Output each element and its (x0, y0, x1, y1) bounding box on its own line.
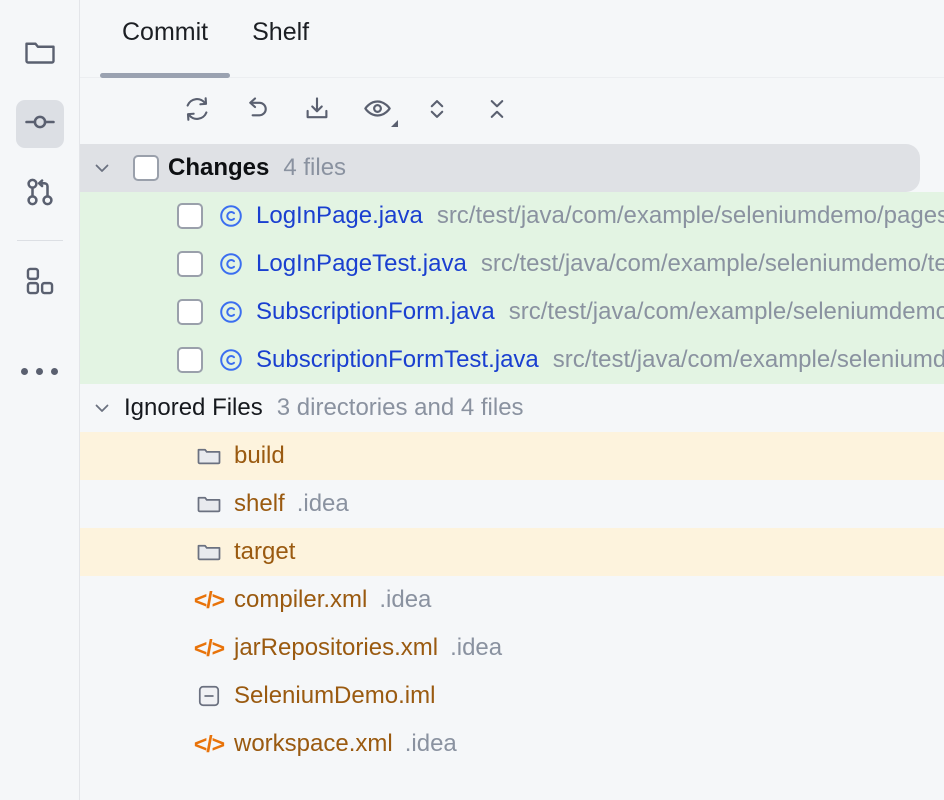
file-path: src/test/java/com/example/seleniumdemo/t… (480, 250, 944, 277)
refresh-icon (182, 94, 212, 129)
ignored-group-count: 3 directories and 4 files (276, 394, 524, 421)
list-item[interactable]: build (80, 432, 944, 480)
file-path: src/test/java/com/example/seleniumdemo/p… (508, 298, 944, 325)
entry-name: compiler.xml (234, 586, 368, 613)
entry-path: .idea (404, 730, 457, 757)
entry-path: .idea (296, 490, 349, 517)
show-diff-preview-button[interactable] (360, 93, 398, 129)
folder-icon (190, 538, 228, 566)
table-row[interactable]: SubscriptionForm.java src/test/java/com/… (80, 288, 944, 336)
file-name: SubscriptionFormTest.java (256, 346, 539, 373)
java-class-icon (212, 202, 250, 230)
changes-group-checkbox[interactable] (124, 155, 168, 181)
file-checkbox[interactable] (168, 203, 212, 229)
sidebar-item-plugins[interactable] (16, 259, 64, 307)
entry-name: jarRepositories.xml (234, 634, 439, 661)
ignored-group-header[interactable]: Ignored Files 3 directories and 4 files (80, 384, 944, 432)
file-checkbox[interactable] (168, 347, 212, 373)
tab-bar: Commit Shelf (80, 0, 944, 78)
chevron-down-icon[interactable] (80, 156, 124, 180)
more-ellipsis-icon (21, 367, 58, 375)
chevron-down-icon (391, 120, 398, 127)
activity-sidebar (0, 0, 80, 800)
folder-icon (190, 490, 228, 518)
list-item[interactable]: </> workspace.xml .idea (80, 720, 944, 768)
changes-group-count: 4 files (283, 154, 347, 181)
file-path: src/test/java/com/example/seleniumdemo/p… (436, 202, 944, 229)
folder-icon (22, 34, 58, 75)
update-project-button[interactable] (300, 94, 334, 128)
eye-icon (362, 93, 393, 129)
rollback-button[interactable] (240, 94, 274, 128)
entry-name: target (234, 538, 296, 565)
refresh-changes-button[interactable] (180, 94, 214, 128)
plugins-grid-icon (23, 264, 57, 303)
file-path: src/test/java/com/example/seleniumdemo/t… (552, 346, 944, 373)
xml-code-icon: </> (193, 634, 225, 661)
list-item[interactable]: SeleniumDemo.iml (80, 672, 944, 720)
tab-commit-label: Commit (122, 17, 209, 46)
list-item[interactable]: target (80, 528, 944, 576)
xml-code-icon: </> (193, 730, 225, 757)
commit-tool-window-root: Commit Shelf Changes 4 files LogInPage.j… (0, 0, 944, 800)
pull-request-icon (22, 174, 58, 215)
tab-shelf-label: Shelf (252, 17, 310, 46)
commit-icon (22, 104, 58, 145)
entry-name: shelf (234, 490, 285, 517)
table-row[interactable]: LogInPage.java src/test/java/com/example… (80, 192, 944, 240)
entry-name: build (234, 442, 285, 469)
table-row[interactable]: LogInPageTest.java src/test/java/com/exa… (80, 240, 944, 288)
entry-path: .idea (379, 586, 432, 613)
file-checkbox[interactable] (168, 251, 212, 277)
file-checkbox[interactable] (168, 299, 212, 325)
changes-group-label: Changes (168, 154, 270, 181)
folder-icon (190, 442, 228, 470)
changes-group-header[interactable]: Changes 4 files (80, 144, 920, 192)
file-name: LogInPageTest.java (256, 250, 467, 277)
xml-code-icon: </> (193, 586, 225, 613)
changes-toolbar (80, 78, 944, 144)
java-class-icon (212, 346, 250, 374)
table-row[interactable]: SubscriptionFormTest.java src/test/java/… (80, 336, 944, 384)
list-item[interactable]: shelf .idea (80, 480, 944, 528)
file-name: SubscriptionForm.java (256, 298, 495, 325)
chevron-down-icon[interactable] (80, 396, 124, 420)
file-name: LogInPage.java (256, 202, 423, 229)
list-item[interactable]: </> jarRepositories.xml .idea (80, 624, 944, 672)
sidebar-item-more[interactable] (16, 347, 64, 395)
changes-tree[interactable]: Changes 4 files LogInPage.java src/test/… (80, 144, 944, 800)
module-iml-icon (190, 683, 228, 709)
tab-commit[interactable]: Commit (100, 0, 231, 78)
collapse-all-button[interactable] (480, 94, 514, 128)
tab-shelf[interactable]: Shelf (230, 0, 331, 78)
entry-name: SeleniumDemo.iml (234, 682, 436, 709)
java-class-icon (212, 298, 250, 326)
ignored-group-label: Ignored Files (124, 394, 263, 421)
expand-all-button[interactable] (420, 94, 454, 128)
sidebar-item-project[interactable] (16, 30, 64, 78)
entry-path: .idea (450, 634, 503, 661)
list-item[interactable]: </> compiler.xml .idea (80, 576, 944, 624)
sidebar-divider (16, 240, 63, 241)
commit-panel: Commit Shelf Changes 4 files LogInPage.j… (80, 0, 944, 800)
expand-chevrons-icon (423, 95, 451, 128)
revert-arrow-icon (242, 94, 272, 129)
sidebar-item-pull-requests[interactable] (16, 170, 64, 218)
download-tray-icon (302, 94, 332, 129)
sidebar-item-commit[interactable] (15, 100, 64, 148)
entry-name: workspace.xml (234, 730, 393, 757)
java-class-icon (212, 250, 250, 278)
collapse-chevrons-icon (483, 95, 511, 128)
